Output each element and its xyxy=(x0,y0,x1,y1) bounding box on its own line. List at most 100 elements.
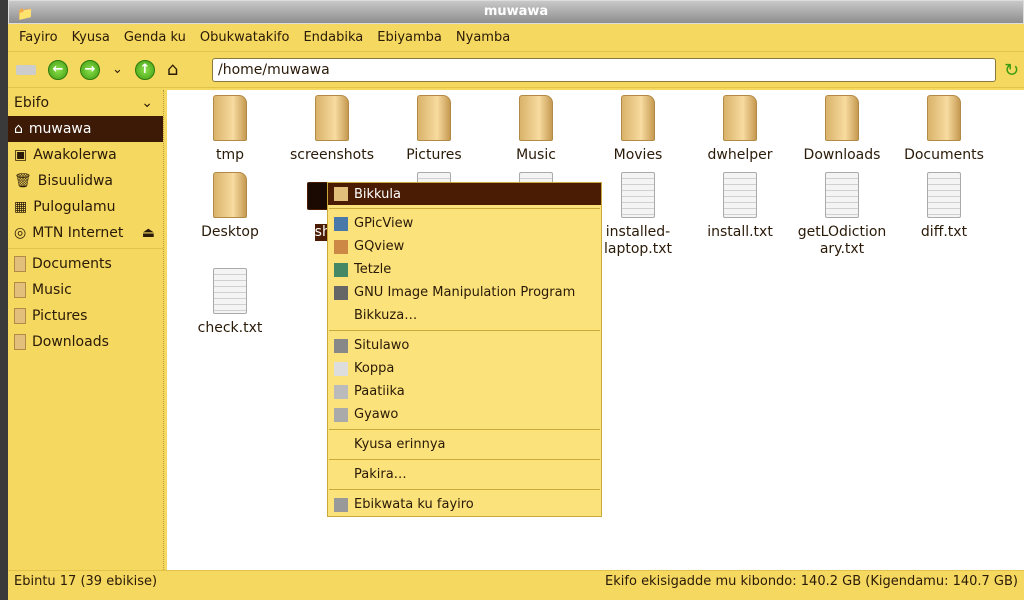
status-free-space: Ekifo ekisigadde mu kibondo: 140.2 GB (K… xyxy=(605,574,1018,589)
file-item[interactable]: tmp xyxy=(180,95,280,164)
file-name: Documents xyxy=(904,147,984,163)
disc-icon: ◎ xyxy=(14,225,27,241)
eject-icon[interactable]: ⏏ xyxy=(142,225,155,241)
menu-item-label: Paatiika xyxy=(354,384,405,399)
up-button[interactable]: ↑ xyxy=(134,59,155,80)
menu-item-bikkula[interactable]: Bikkula xyxy=(328,183,601,205)
folder-icon xyxy=(723,95,757,141)
folder-icon xyxy=(334,187,348,201)
folder-icon: 📁 xyxy=(17,7,34,22)
file-name: Downloads xyxy=(803,147,881,163)
sidebar-item-label: Pulogulamu xyxy=(33,199,116,215)
home-icon: ⌂ xyxy=(14,121,23,137)
go-icon[interactable]: ↻ xyxy=(1004,60,1019,81)
menu-item-bikkuza[interactable]: Bikkuza… xyxy=(328,304,601,327)
sidebar-item-mtn-internet[interactable]: ◎ MTN Internet ⏏ xyxy=(8,220,163,246)
sidebar-header[interactable]: Ebifo ⌄ xyxy=(8,90,163,116)
menu-nyamba[interactable]: Nyamba xyxy=(449,30,517,45)
menu-item-kyusa-erinnya[interactable]: Kyusa erinnya xyxy=(328,433,601,456)
text-file-icon xyxy=(213,268,247,314)
properties-icon xyxy=(334,497,348,512)
bookmark-pictures[interactable]: Pictures xyxy=(8,303,163,329)
folder-icon xyxy=(14,256,26,272)
window-title: muwawa xyxy=(483,4,549,19)
menu-item-label: GQview xyxy=(354,239,405,254)
file-item[interactable]: dwhelper xyxy=(690,95,790,164)
sidebar-item-bisuulidwa[interactable]: 🗑 Bisuulidwa xyxy=(8,168,163,194)
blank-icon xyxy=(334,468,348,482)
home-button[interactable]: ⌂ xyxy=(167,59,178,80)
menu-fayiro[interactable]: Fayiro xyxy=(12,30,65,45)
file-item[interactable]: Movies xyxy=(588,95,688,164)
gqview-icon xyxy=(334,239,348,254)
sidebar-item-label: Awakolerwa xyxy=(33,147,117,163)
cut-icon xyxy=(334,338,348,353)
menu-item-koppa[interactable]: Koppa xyxy=(328,357,601,380)
menu-item-gpicview[interactable]: GPicView xyxy=(328,212,601,235)
sidebar-title: Ebifo xyxy=(14,95,50,111)
trash-icon: 🗑 xyxy=(14,173,32,189)
file-item[interactable]: Documents xyxy=(894,95,994,164)
file-item[interactable]: diff.txt xyxy=(894,172,994,241)
menu-item-label: Ebikwata ku fayiro xyxy=(354,497,474,512)
bookmark-downloads[interactable]: Downloads xyxy=(8,329,163,355)
bookmark-music[interactable]: Music xyxy=(8,277,163,303)
menu-item-pakira[interactable]: Pakira… xyxy=(328,463,601,486)
menu-item-label: Gyawo xyxy=(354,407,399,422)
folder-icon xyxy=(14,308,26,324)
sidebar-item-label: muwawa xyxy=(28,121,92,137)
sidebar-item-muwawa[interactable]: ⌂ muwawa xyxy=(8,116,163,142)
title-bar: 📁 muwawa xyxy=(8,0,1024,24)
menu-item-situlawo[interactable]: Situlawo xyxy=(328,334,601,357)
back-button[interactable]: ← xyxy=(48,59,68,80)
folder-icon xyxy=(519,95,553,141)
menu-item-label: Pakira… xyxy=(354,467,407,482)
new-tab-icon[interactable] xyxy=(16,64,36,75)
file-item[interactable]: Desktop xyxy=(180,172,280,241)
delete-icon xyxy=(334,407,348,422)
file-item[interactable]: Pictures xyxy=(384,95,484,164)
forward-button[interactable]: → xyxy=(80,59,100,80)
menu-kyusa[interactable]: Kyusa xyxy=(65,30,117,45)
chevron-down-icon[interactable]: ⌄ xyxy=(141,90,153,116)
paste-icon xyxy=(334,384,348,399)
folder-icon xyxy=(417,95,451,141)
menu-item-ebikwata-ku-fayiro[interactable]: Ebikwata ku fayiro xyxy=(328,493,601,516)
history-dropdown-icon[interactable]: ⌄ xyxy=(112,62,123,77)
file-item[interactable]: Downloads xyxy=(792,95,892,164)
sidebar-item-awakolerwa[interactable]: ▣ Awakolerwa xyxy=(8,142,163,168)
context-menu: Bikkula GPicView GQview Tetzle GNU Image Man… xyxy=(327,182,602,517)
menu-item-tetzle[interactable]: Tetzle xyxy=(328,258,601,281)
menu-ebiyamba[interactable]: Ebiyamba xyxy=(370,30,449,45)
menu-item-label: Situlawo xyxy=(354,338,410,353)
file-name: tmp xyxy=(215,147,244,163)
menu-item-gqview[interactable]: GQview xyxy=(328,235,601,258)
folder-icon xyxy=(825,95,859,141)
file-item[interactable]: screenshots xyxy=(282,95,382,164)
file-item[interactable]: check.txt xyxy=(180,268,280,337)
address-bar[interactable]: /home/muwawa xyxy=(212,58,996,82)
folder-icon xyxy=(14,334,26,350)
sidebar-item-pulogulamu[interactable]: ▦ Pulogulamu xyxy=(8,194,163,220)
sidebar-item-label: Bisuulidwa xyxy=(37,173,114,189)
menu-item-label: Bikkula xyxy=(354,186,402,202)
file-item[interactable]: installed- laptop.txt xyxy=(588,172,688,258)
menu-item-gyawo[interactable]: Gyawo xyxy=(328,403,601,426)
file-item[interactable]: install.txt xyxy=(690,172,790,241)
menu-item-label: GPicView xyxy=(354,216,414,231)
file-name: check.txt xyxy=(197,320,263,336)
menu-genda-ku[interactable]: Genda ku xyxy=(117,30,193,45)
blank-icon xyxy=(334,309,348,323)
menu-item-paatiika[interactable]: Paatiika xyxy=(328,380,601,403)
file-item[interactable]: getLOdiction ary.txt xyxy=(792,172,892,258)
file-item[interactable]: Music xyxy=(486,95,586,164)
bookmark-documents[interactable]: Documents xyxy=(8,251,163,277)
folder-icon xyxy=(14,282,26,298)
desktop-icon: ▣ xyxy=(14,147,28,163)
menu-item-gnu-image-manipulation-program[interactable]: GNU Image Manipulation Program xyxy=(328,281,601,304)
menu-obukwatakifo[interactable]: Obukwatakifo xyxy=(193,30,297,45)
folder-icon xyxy=(213,172,247,218)
menu-bar: Fayiro Kyusa Genda ku Obukwatakifo Endabika E… xyxy=(8,24,1024,52)
menu-endabika[interactable]: Endabika xyxy=(296,30,370,45)
menu-separator xyxy=(329,489,600,490)
